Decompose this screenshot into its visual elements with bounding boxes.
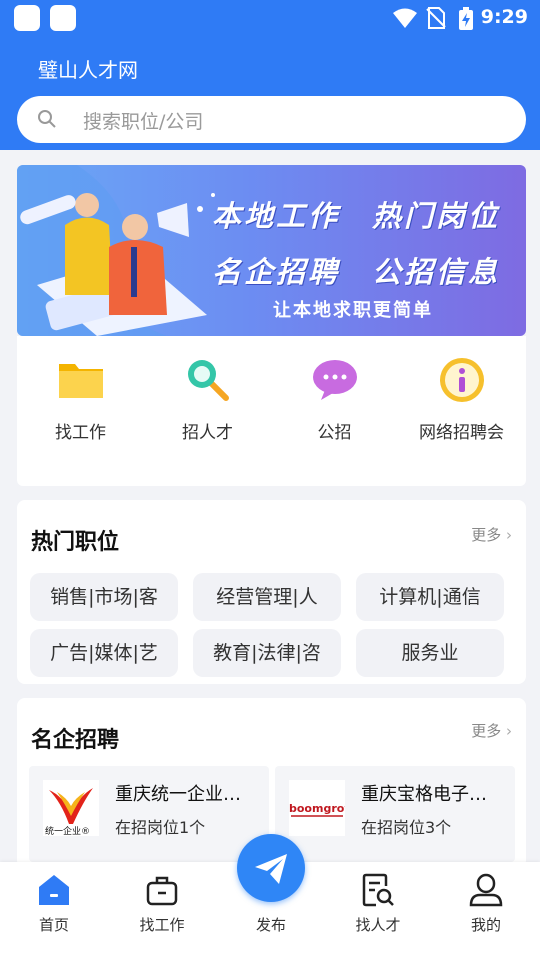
search-icon (38, 110, 56, 128)
banner-text-public-recruit: 公招信息 (372, 255, 501, 289)
briefcase-icon (146, 876, 178, 906)
companies-more-link[interactable]: 更多 › (471, 720, 512, 741)
notification-icon (14, 5, 40, 31)
logo-text: 统一企业® (45, 825, 90, 836)
hot-jobs-card: 热门职位 更多 › 销售|市场|客 经营管理|人 计算机|通信 广告|媒体|艺 … (17, 500, 526, 684)
quick-find-talent[interactable]: 招人才 (144, 336, 271, 486)
search-placeholder: 搜索职位/公司 (83, 111, 204, 133)
tab-find-job[interactable]: 找工作 (108, 862, 216, 960)
more-label: 更多 (471, 722, 502, 740)
hot-jobs-title: 热门职位 (31, 530, 120, 555)
notification-icon-2 (50, 5, 76, 31)
home-icon (39, 875, 69, 905)
tongyi-logo: 统一企业® (45, 788, 93, 837)
banner-tagline: 让本地求职更简单 (273, 300, 433, 321)
job-tag[interactable]: 计算机|通信 (356, 573, 504, 621)
status-bar: 9:29 (0, 0, 540, 38)
search-input[interactable]: 搜索职位/公司 (17, 96, 526, 143)
quick-label: 网络招聘会 (419, 423, 504, 443)
clock: 9:29 (480, 6, 528, 28)
company-position-count: 在招岗位3个 (361, 818, 452, 837)
tab-find-talent[interactable]: 找人才 (324, 862, 432, 960)
chat-bubble-icon (313, 360, 357, 400)
info-icon (440, 358, 484, 402)
job-tag[interactable]: 教育|法律|咨 (193, 629, 341, 677)
banner-text-famous-companies: 名企招聘 (212, 255, 341, 289)
no-sim-icon (426, 7, 446, 29)
company-item[interactable]: 统一企业® 重庆统一企业… 在招岗位1个 (29, 766, 269, 862)
more-label: 更多 (471, 526, 502, 544)
boomgrow-logo: boomgrow (289, 802, 354, 817)
quick-label: 招人才 (182, 423, 233, 443)
tab-home[interactable]: 首页 (0, 862, 108, 960)
tab-profile[interactable]: 我的 (432, 862, 540, 960)
chevron-right-icon: › (506, 722, 512, 740)
banner-text-hot-positions: 热门岗位 (372, 199, 501, 233)
publish-button[interactable] (237, 834, 305, 902)
hot-jobs-more-link[interactable]: 更多 › (471, 524, 512, 545)
job-tag[interactable]: 广告|媒体|艺 (30, 629, 178, 677)
company-position-count: 在招岗位1个 (115, 818, 206, 837)
promo-banner[interactable]: 本地工作 热门岗位 名企招聘 公招信息 让本地求职更简单 (17, 165, 526, 336)
job-tag[interactable]: 销售|市场|客 (30, 573, 178, 621)
publish-label: 发布 (255, 916, 286, 934)
quick-label: 公招 (317, 423, 352, 443)
profile-icon (469, 873, 503, 907)
battery-charging-icon (459, 7, 473, 30)
logo-text: boomgrow (289, 802, 345, 815)
company-logo: 统一企业® (43, 780, 99, 837)
companies-title: 名企招聘 (31, 728, 120, 753)
job-tag[interactable]: 服务业 (356, 629, 504, 677)
company-item[interactable]: boomgrow 重庆宝格电子… 在招岗位3个 (275, 766, 515, 862)
tab-label: 首页 (38, 916, 69, 934)
quick-public-recruit[interactable]: 公招 (271, 336, 398, 486)
app-title: 璧山人才网 (38, 58, 138, 82)
paper-plane-icon (255, 854, 287, 884)
quick-label: 找工作 (55, 423, 106, 443)
company-name: 重庆宝格电子… (361, 784, 487, 805)
tab-label: 我的 (470, 916, 501, 934)
quick-online-job-fair[interactable]: 网络招聘会 (398, 336, 525, 486)
folder-icon (59, 364, 103, 398)
quick-entry-grid: 找工作 招人才 公招 网络招聘会 (17, 336, 526, 486)
tab-label: 找工作 (139, 916, 185, 934)
banner-text-local-jobs: 本地工作 (212, 199, 341, 233)
company-logo: boomgrow (289, 780, 354, 836)
chevron-right-icon: › (506, 526, 512, 544)
tab-label: 找人才 (355, 916, 401, 934)
magnifier-icon (188, 360, 229, 401)
resume-search-icon (362, 873, 394, 907)
wifi-icon (393, 8, 417, 28)
quick-find-job[interactable]: 找工作 (17, 336, 144, 486)
job-tag[interactable]: 经营管理|人 (193, 573, 341, 621)
company-name: 重庆统一企业… (115, 784, 241, 805)
